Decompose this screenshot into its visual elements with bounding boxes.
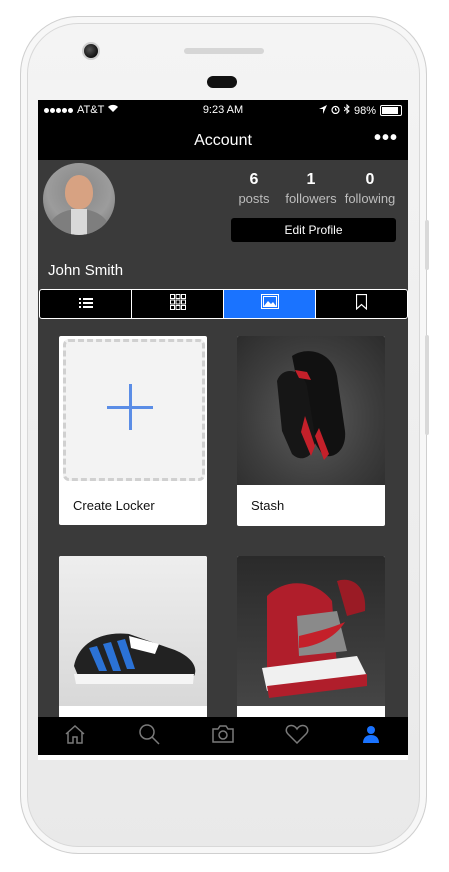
camera-icon <box>212 724 234 748</box>
side-button <box>425 220 429 270</box>
posts-count: 6 <box>249 171 259 188</box>
screen-bottom-bezel <box>38 755 408 760</box>
card-label: Stash <box>251 498 285 513</box>
locker-card-stash[interactable]: Stash <box>237 336 385 526</box>
tab-saved[interactable] <box>316 290 407 318</box>
plus-icon-vertical <box>129 384 132 430</box>
avatar-face <box>65 175 93 209</box>
top-speaker <box>184 48 264 54</box>
following-label: following <box>344 191 396 206</box>
status-bar: AT&T 9:23 AM 98% <box>38 100 408 122</box>
more-dots-icon[interactable]: ••• <box>374 127 398 150</box>
locker-card[interactable] <box>59 556 207 726</box>
sneaker-photo <box>237 556 385 706</box>
sneaker-photo <box>237 336 385 485</box>
grid-icon <box>169 293 186 315</box>
tab-list[interactable] <box>40 290 132 318</box>
locker-card[interactable] <box>237 556 385 726</box>
status-right: 98% <box>318 103 402 117</box>
posts-label: posts <box>238 191 270 206</box>
home-icon <box>64 724 86 749</box>
nav-bar: Account ••• <box>38 122 408 160</box>
avatar-shirt <box>71 209 87 235</box>
posts-stat[interactable]: 6 posts <box>222 171 286 206</box>
front-camera <box>82 42 100 60</box>
tab-image[interactable] <box>224 290 316 318</box>
side-button <box>425 335 429 435</box>
avatar[interactable] <box>43 163 115 235</box>
tab-search[interactable] <box>112 717 186 755</box>
earpiece <box>207 76 237 88</box>
create-locker-card[interactable]: Create Locker <box>59 336 207 525</box>
profile-icon <box>362 725 380 748</box>
edit-profile-button[interactable]: Edit Profile <box>231 218 396 242</box>
bluetooth-icon <box>343 103 350 117</box>
sneaker-photo <box>59 556 207 706</box>
tab-home[interactable] <box>38 717 112 755</box>
tab-grid[interactable] <box>132 290 224 318</box>
tab-profile[interactable] <box>334 717 408 755</box>
profile-name: John Smith <box>48 262 124 279</box>
followers-stat[interactable]: 1 followers <box>279 171 343 206</box>
image-icon <box>260 294 279 314</box>
view-tabs <box>39 289 408 319</box>
tab-activity[interactable] <box>260 717 334 755</box>
battery-percent: 98% <box>353 104 376 117</box>
search-icon <box>138 723 160 750</box>
page-title: Account <box>194 132 252 149</box>
heart-icon <box>285 724 309 749</box>
battery-icon <box>380 105 402 116</box>
card-label: Create Locker <box>73 498 155 513</box>
following-stat[interactable]: 0 following <box>338 171 402 206</box>
app-screen: AT&T 9:23 AM 98% Account ••• 6 posts 1 f… <box>38 100 408 755</box>
location-icon <box>318 104 327 117</box>
bookmark-icon <box>355 293 368 315</box>
tab-camera[interactable] <box>186 717 260 755</box>
bottom-tab-bar <box>38 717 408 755</box>
followers-label: followers <box>285 191 337 206</box>
list-icon <box>78 295 93 313</box>
create-placeholder <box>63 339 205 481</box>
alarm-icon <box>331 105 340 117</box>
following-count: 0 <box>365 171 375 188</box>
followers-count: 1 <box>306 171 316 188</box>
